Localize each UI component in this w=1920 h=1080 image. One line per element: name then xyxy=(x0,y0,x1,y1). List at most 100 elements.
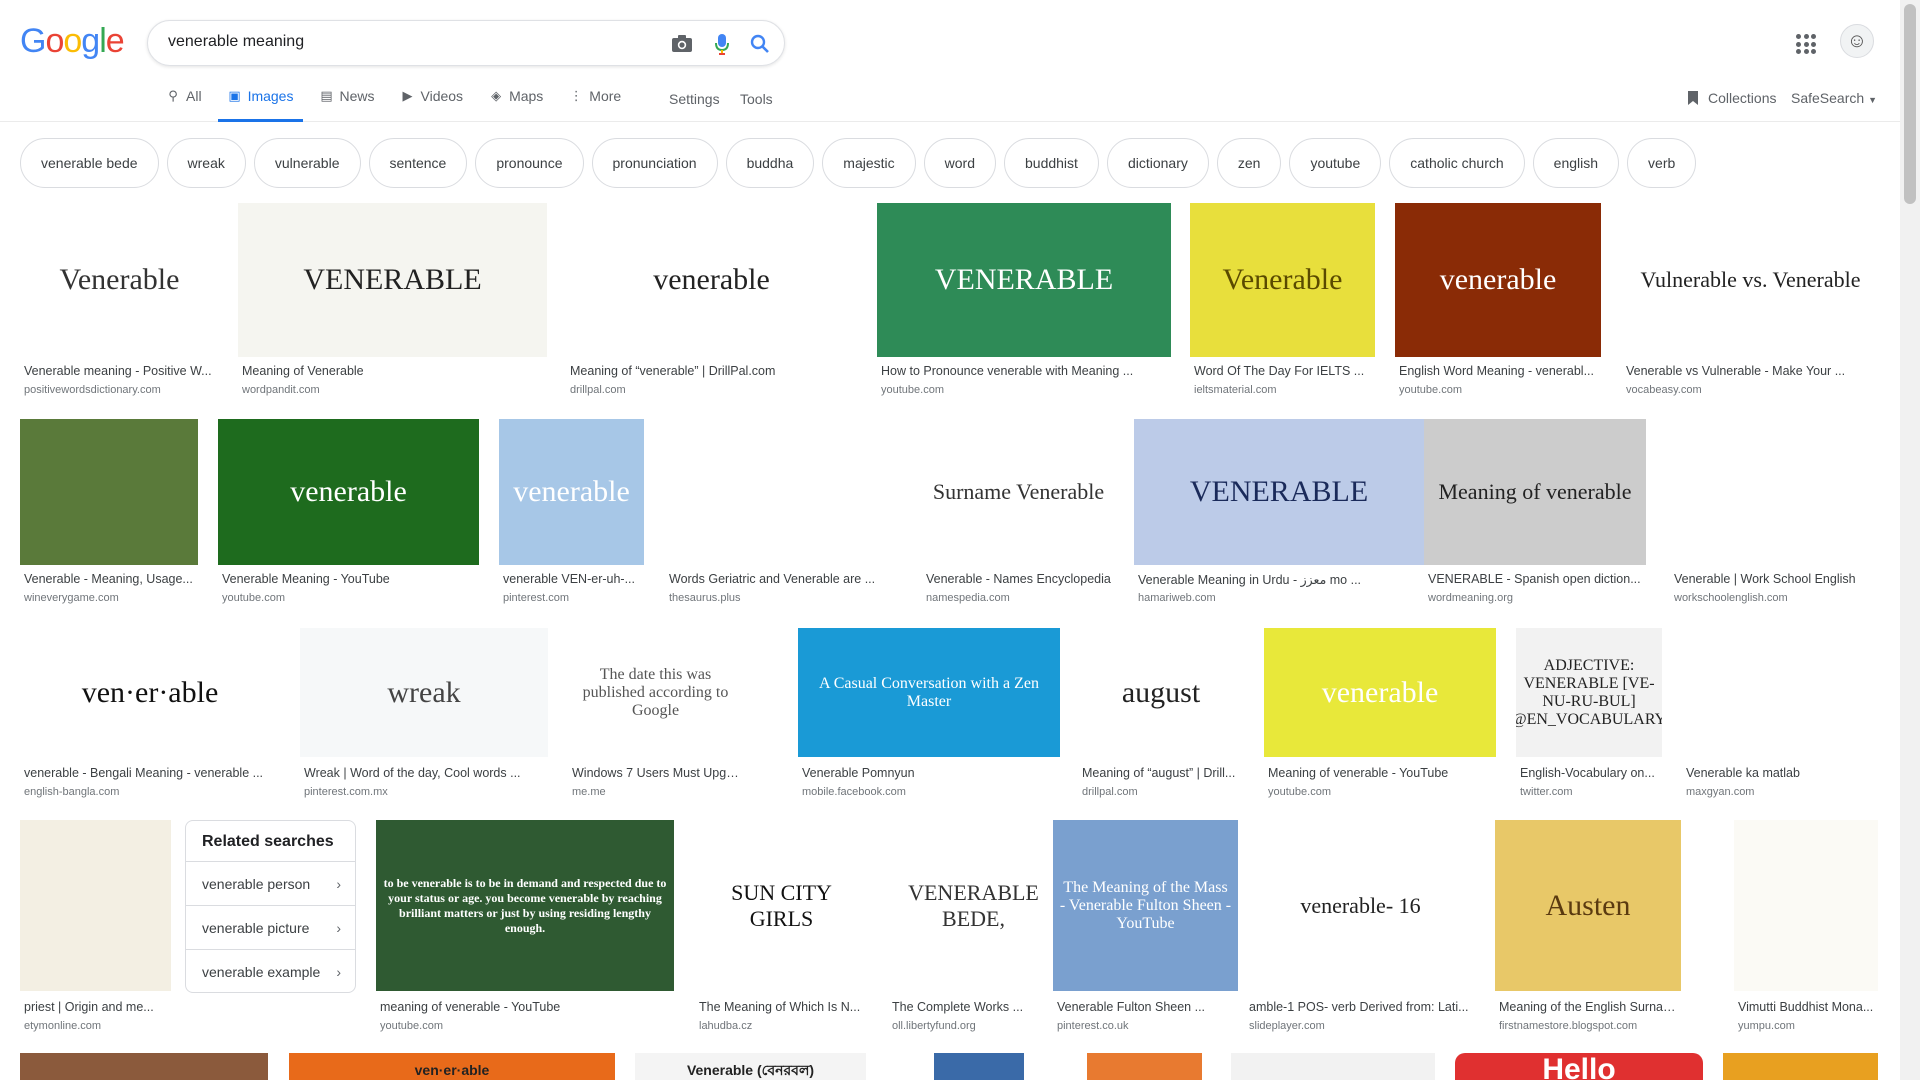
result-thumbnail[interactable]: ven·er·able xyxy=(20,628,280,757)
result-thumbnail[interactable]: Venerable xyxy=(1190,203,1375,357)
chip[interactable]: catholic church xyxy=(1389,138,1525,188)
image-result[interactable]: SUN CITY GIRLS The Meaning of Which Is N.… xyxy=(695,820,868,1036)
result-thumbnail[interactable]: venerable xyxy=(499,419,644,565)
result-title[interactable]: venerable VEN-er-uh-... xyxy=(503,572,642,586)
image-result[interactable]: VENERABLE Meaning of Venerable wordpandit.… xyxy=(238,203,547,400)
result-title[interactable]: The Meaning of Which Is N... xyxy=(699,1000,866,1014)
result-thumbnail[interactable]: The date this was published according to… xyxy=(568,628,743,757)
result-thumbnail[interactable]: venerable xyxy=(566,203,857,357)
result-thumbnail[interactable] xyxy=(1670,419,1880,565)
result-title[interactable]: Venerable Pomnyun xyxy=(802,766,1058,780)
image-result[interactable]: Venerable (বেনরবল) xyxy=(635,1053,866,1080)
result-title[interactable]: Word Of The Day For IELTS ... xyxy=(1194,364,1373,378)
chip[interactable]: english xyxy=(1532,138,1620,188)
result-thumbnail[interactable] xyxy=(1682,628,1880,757)
image-result[interactable]: venerable Venerable Meaning - YouTube yout… xyxy=(218,419,479,608)
result-title[interactable]: Venerable meaning - Positive W... xyxy=(24,364,217,378)
result-thumbnail[interactable]: Vulnerable vs. Venerable xyxy=(1622,203,1879,357)
chip[interactable]: youtube xyxy=(1289,138,1382,188)
chip[interactable]: word xyxy=(923,138,996,188)
result-thumbnail[interactable]: Austen xyxy=(1495,820,1681,991)
result-title[interactable]: Venerable Meaning - YouTube xyxy=(222,572,477,586)
result-thumbnail[interactable]: august xyxy=(1078,628,1244,757)
tab-all[interactable]: ⚲ All xyxy=(166,88,201,122)
result-thumbnail[interactable] xyxy=(1734,820,1878,991)
chip[interactable]: pronounce xyxy=(475,138,584,188)
result-thumbnail[interactable]: A Casual Conversation with a Zen Master xyxy=(798,628,1060,757)
related-item[interactable]: venerable picture › xyxy=(186,905,355,949)
avatar[interactable]: ☺ xyxy=(1840,24,1874,58)
result-thumbnail[interactable]: wreak xyxy=(300,628,548,757)
image-result[interactable]: Venerable - Meaning, Usage... wineverygam… xyxy=(20,419,198,608)
image-result[interactable]: Vulnerable vs. Venerable Venerable vs Vul… xyxy=(1622,203,1879,400)
image-result[interactable]: Venerable Venerable meaning - Positive W.… xyxy=(20,203,219,400)
chip[interactable]: buddhist xyxy=(1004,138,1099,188)
image-result[interactable]: venerable venerable VEN-er-uh-... pinteres… xyxy=(499,419,644,608)
image-result[interactable]: venerable Meaning of “venerable” | DrillP… xyxy=(566,203,857,400)
result-title[interactable]: Wreak | Word of the day, Cool words ... xyxy=(304,766,546,780)
image-result[interactable]: Surname Venerable Venerable - Names Encyc… xyxy=(922,419,1115,608)
result-thumbnail[interactable]: venerable xyxy=(218,419,479,565)
related-item[interactable]: venerable person › xyxy=(186,861,355,905)
result-title[interactable]: Meaning of “august” | Drill... xyxy=(1082,766,1242,780)
result-title[interactable]: English-Vocabulary on... xyxy=(1520,766,1660,780)
image-result[interactable]: venerable- 16 amble-1 POS- verb Derived f… xyxy=(1245,820,1476,1036)
result-title[interactable]: VENERABLE - Spanish open diction... xyxy=(1428,572,1644,586)
image-result[interactable] xyxy=(934,1053,1024,1080)
result-title[interactable]: Words Geriatric and Venerable are ... xyxy=(669,572,899,586)
result-title[interactable]: How to Pronounce venerable with Meaning … xyxy=(881,364,1169,378)
result-title[interactable]: English Word Meaning - venerabl... xyxy=(1399,364,1599,378)
tab-videos[interactable]: ▶ Videos xyxy=(401,88,464,122)
image-result[interactable]: priest | Origin and me... etymonline.com xyxy=(20,820,171,1036)
tab-maps[interactable]: ◈ Maps xyxy=(489,88,543,122)
image-result[interactable]: venerable Meaning of venerable - YouTube y… xyxy=(1264,628,1496,802)
result-thumbnail[interactable]: venerable- 16 xyxy=(1245,820,1476,991)
image-result[interactable] xyxy=(1087,1053,1202,1080)
result-title[interactable]: Meaning of venerable - YouTube xyxy=(1268,766,1494,780)
result-title[interactable]: Meaning of Venerable xyxy=(242,364,545,378)
search-box[interactable] xyxy=(147,20,785,66)
image-result[interactable]: ven·er·able venerable - Bengali Meaning -… xyxy=(20,628,280,802)
search-icon[interactable] xyxy=(748,32,772,56)
google-logo[interactable]: Google xyxy=(20,22,125,61)
image-result[interactable]: A Casual Conversation with a Zen Master V… xyxy=(798,628,1060,802)
result-title[interactable]: amble-1 POS- verb Derived from: Lati... xyxy=(1249,1000,1474,1014)
settings-link[interactable]: Settings xyxy=(669,91,720,107)
result-thumbnail[interactable]: Meaning of venerable xyxy=(1424,419,1646,565)
result-title[interactable]: Vimutti Buddhist Mona... xyxy=(1738,1000,1876,1014)
result-thumbnail[interactable]: ADJECTIVE: VENERABLE [VE-NU-RU-BUL] @EN_… xyxy=(1516,628,1662,757)
result-title[interactable]: Venerable vs Vulnerable - Make Your ... xyxy=(1626,364,1877,378)
tab-images[interactable]: ▣ Images xyxy=(217,88,304,122)
image-result[interactable]: VENERABLE How to Pronounce venerable with… xyxy=(877,203,1171,400)
chip[interactable]: buddha xyxy=(725,138,815,188)
image-result[interactable]: wreak Wreak | Word of the day, Cool words… xyxy=(300,628,548,802)
chip[interactable]: vulnerable xyxy=(253,138,361,188)
search-input[interactable] xyxy=(168,33,638,51)
result-thumbnail[interactable]: The Meaning of the Mass - Venerable Fult… xyxy=(1053,820,1238,991)
image-result[interactable] xyxy=(1723,1053,1878,1080)
image-result[interactable]: The Meaning of the Mass - Venerable Fult… xyxy=(1053,820,1238,1036)
result-thumbnail[interactable]: VENERABLE xyxy=(877,203,1171,357)
image-result[interactable]: Austen Meaning of the English Surname Au.… xyxy=(1495,820,1681,1036)
image-result[interactable]: venerable English Word Meaning - venerabl… xyxy=(1395,203,1601,400)
chip[interactable]: pronunciation xyxy=(591,138,718,188)
chip[interactable]: sentence xyxy=(368,138,468,188)
result-thumbnail[interactable] xyxy=(665,419,901,565)
result-title[interactable]: Venerable Fulton Sheen ... xyxy=(1057,1000,1236,1014)
chip[interactable]: majestic xyxy=(822,138,916,188)
image-result[interactable]: ADJECTIVE: VENERABLE [VE-NU-RU-BUL] @EN_… xyxy=(1516,628,1662,802)
tab-news[interactable]: ▤ News xyxy=(319,88,374,122)
result-thumbnail[interactable]: VENERABLE xyxy=(1134,419,1424,565)
result-thumbnail[interactable]: VENERABLE xyxy=(238,203,547,357)
scrollbar-thumb[interactable] xyxy=(1904,4,1916,204)
image-result[interactable]: VENERABLE BEDE, The Complete Works ... oll… xyxy=(888,820,1059,1036)
result-thumbnail[interactable] xyxy=(20,820,171,991)
result-title[interactable]: Meaning of the English Surname Au... xyxy=(1499,1000,1679,1014)
image-result[interactable]: Words Geriatric and Venerable are ... the… xyxy=(665,419,901,608)
apps-grid-icon[interactable] xyxy=(1794,32,1818,56)
result-thumbnail[interactable]: VENERABLE BEDE, xyxy=(888,820,1059,991)
image-result[interactable] xyxy=(1231,1053,1435,1080)
collections-link[interactable]: Collections xyxy=(1686,90,1776,106)
result-title[interactable]: Windows 7 Users Must Upgrade t... xyxy=(572,766,741,780)
chip[interactable]: dictionary xyxy=(1106,138,1209,188)
